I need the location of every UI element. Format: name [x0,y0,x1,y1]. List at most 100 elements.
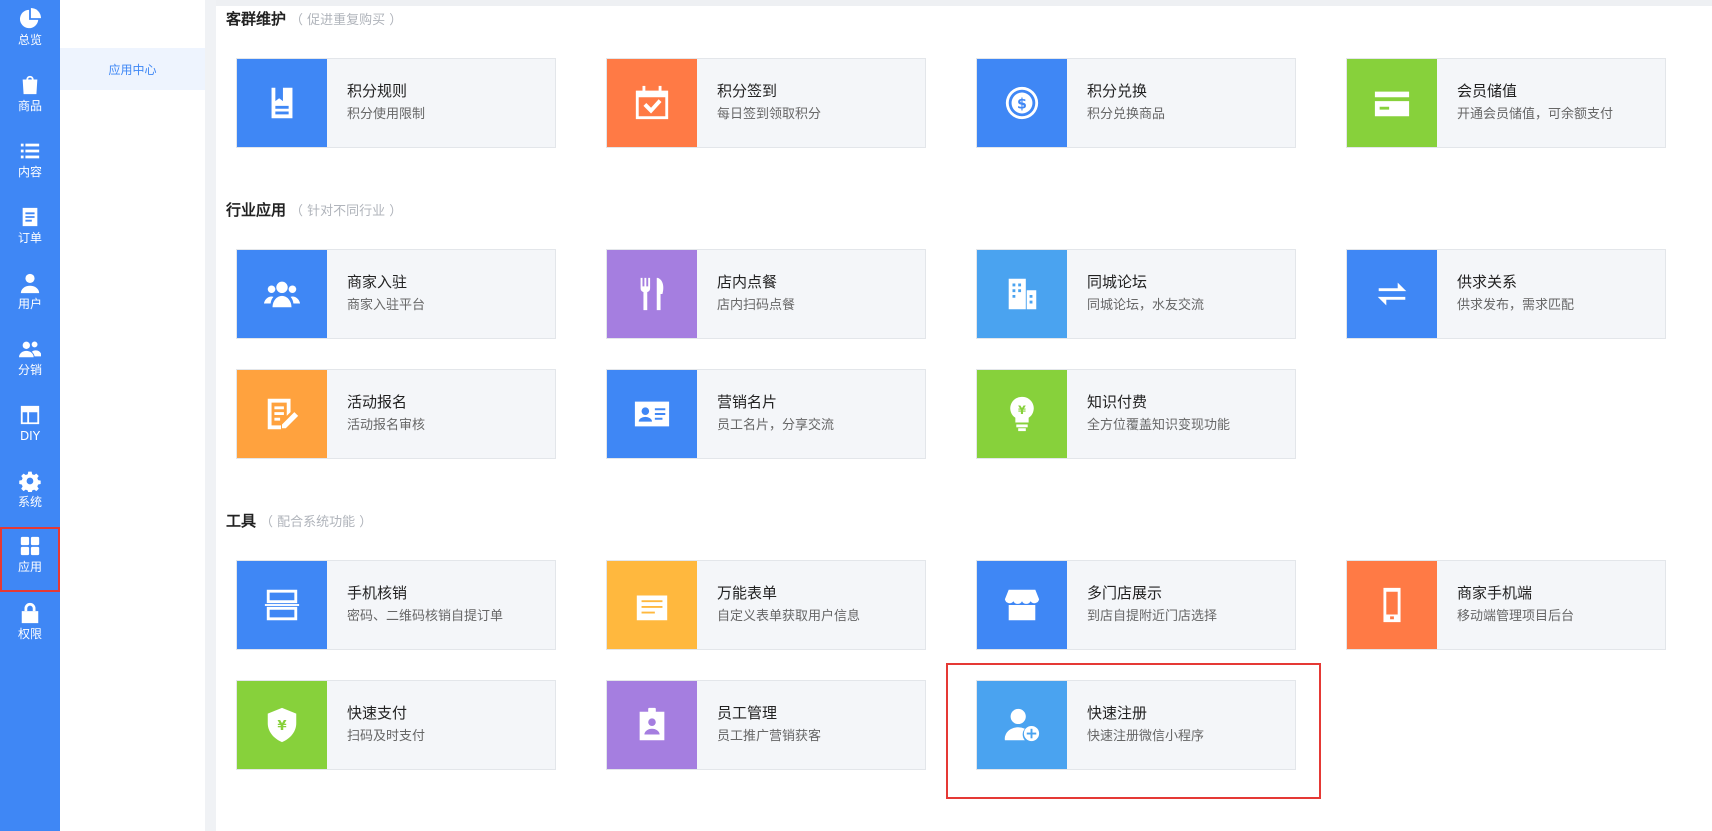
card-desc: 每日签到领取积分 [717,107,822,122]
section-title-text: 客群维护 [226,10,287,28]
app-card-business-card[interactable]: 营销名片员工名片，分享交流 [606,369,926,459]
card-icon-box [1347,59,1437,147]
section-subtitle: （ 针对不同行业 ） [290,204,403,219]
users-icon [19,341,41,358]
svg-text:$: $ [1017,97,1027,113]
nav-item-label: 订单 [17,231,42,245]
card-icon-box [237,250,327,338]
app-card-points-checkin[interactable]: 积分签到每日签到领取积分 [606,58,926,148]
card-icon-box [977,681,1067,769]
app-card-paid-knowledge[interactable]: ¥ 知识付费 全方位覆盖知识变现功能 [976,369,1296,459]
card-title: 积分签到 [717,82,778,100]
card-desc: 员工推广营销获客 [717,729,822,744]
app-card-multi-store[interactable]: 多门店展示 到店自提附近门店选择 [976,560,1296,650]
section-title-text: 工具 [226,512,257,530]
app-card-event-signup[interactable]: 活动报名 活动报名审核 [236,369,556,459]
card-icon-box [1347,250,1437,338]
nav-item-label: DIY [19,429,41,443]
card-title: 知识付费 [1087,393,1148,411]
svg-text:¥: ¥ [1018,403,1026,417]
nav-item-label: 内容 [17,165,42,179]
app-card-quick-register[interactable]: 快速注册 快速注册微信小程序 [976,680,1296,770]
card-title: 积分规则 [347,82,408,100]
card-title: 快速注册 [1087,704,1148,722]
merchant-icon [263,281,301,308]
sub-menu: 应用中心 [60,0,205,831]
app-card-merchant-settle[interactable]: 商家入驻 商家入驻平台 [236,249,556,339]
card-desc: 员工名片，分享交流 [717,418,835,433]
card-desc: 店内扫码点餐 [717,298,796,313]
submenu-item-app-center[interactable]: 应用中心 [60,48,205,90]
card-desc: 积分使用限制 [347,107,426,122]
app-card-supply-demand[interactable]: 供求关系 供求发布，需求匹配 [1346,249,1666,339]
nav-item-users[interactable]: 用户 [0,264,60,328]
app-card-merchant-mobile[interactable]: 商家手机端 移动端管理项目后台 [1346,560,1666,650]
card-icon-box [607,561,697,649]
grid-icon [20,536,40,556]
app-card-mobile-verify[interactable]: 手机核销密码、二维码核销自提订单 [236,560,556,650]
card-icon-box: $ [977,59,1067,147]
card-icon-box [977,250,1067,338]
card-title: 手机核销 [347,584,408,602]
card-desc: 密码、二维码核销自提订单 [347,609,504,624]
list-icon [20,143,40,159]
nav-item-label: 总览 [17,33,42,47]
nav-item-overview[interactable]: 总览 [0,0,60,64]
shield-yen-icon: ¥ [267,707,297,743]
card-icon-box [237,59,327,147]
nav-item-label: 权限 [17,627,42,641]
nav-item-label: 商品 [17,99,42,113]
bulb-yen-icon: ¥ [1010,396,1034,432]
card-icon-box: ¥ [977,370,1067,458]
app-card-quick-pay[interactable]: ¥ 快速支付扫码及时支付 [236,680,556,770]
nav-item-label: 应用 [17,560,42,574]
app-card-dine-in-order[interactable]: 店内点餐 店内扫码点餐 [606,249,926,339]
store-icon [1004,589,1040,621]
clipboard-icon [271,87,293,119]
nav-item-distribution[interactable]: 分销 [0,330,60,394]
badge-icon [639,707,665,741]
nav-item-orders[interactable]: 订单 [0,198,60,262]
card-icon-box [607,59,697,147]
card-icon-box: ¥ [237,681,327,769]
nav-item-system[interactable]: 系统 [0,462,60,526]
card-title: 营销名片 [717,393,778,411]
app-card-universal-form[interactable]: 万能表单 自定义表单获取用户信息 [606,560,926,650]
edit-note-icon [267,398,299,430]
card-title: 员工管理 [717,704,778,722]
section-subtitle: （ 促进重复购买 ） [290,13,403,28]
dollar-coin-icon: $ [1005,86,1039,120]
card-title: 活动报名 [347,393,408,411]
id-card-icon [634,401,670,427]
app-card-points-exchange[interactable]: $ 积分兑换 积分兑换商品 [976,58,1296,148]
card-desc: 同城论坛，水友交流 [1087,298,1205,313]
layout-icon [20,405,40,425]
document-icon [22,207,38,227]
nav-item-content[interactable]: 内容 [0,132,60,196]
card-title: 商家入驻 [347,273,408,291]
nav-item-goods[interactable]: 商品 [0,66,60,130]
nav-item-label: 系统 [17,495,42,509]
app-card-staff-management[interactable]: 员工管理员工推广营销获客 [606,680,926,770]
card-icon-box [607,250,697,338]
card-desc: 开通会员储值，可余额支付 [1457,107,1614,122]
card-icon [1374,91,1410,117]
app-card-member-deposit[interactable]: 会员储值开通会员储值，可余额支付 [1346,58,1666,148]
section-title-text: 行业应用 [226,201,287,219]
scan-icon [264,589,300,621]
section-title-industry: 行业应用（ 针对不同行业 ） [226,199,402,220]
nav-item-label: 用户 [17,297,42,311]
nav-item-apps[interactable]: 应用 [0,527,60,592]
card-desc: 扫码及时支付 [347,729,426,744]
app-card-points-rules[interactable]: 积分规则积分使用限制 [236,58,556,148]
card-title: 快速支付 [347,704,408,722]
card-desc: 积分兑换商品 [1087,107,1166,122]
phone-icon [1383,587,1401,623]
app-card-city-forum[interactable]: 同城论坛 同城论坛，水友交流 [976,249,1296,339]
user-add-icon [1004,708,1040,742]
lock-icon [21,602,39,624]
card-title: 会员储值 [1457,82,1518,100]
nav-item-permissions[interactable]: 权限 [0,594,60,658]
nav-item-diy[interactable]: DIY [0,396,60,460]
card-icon-box [607,681,697,769]
